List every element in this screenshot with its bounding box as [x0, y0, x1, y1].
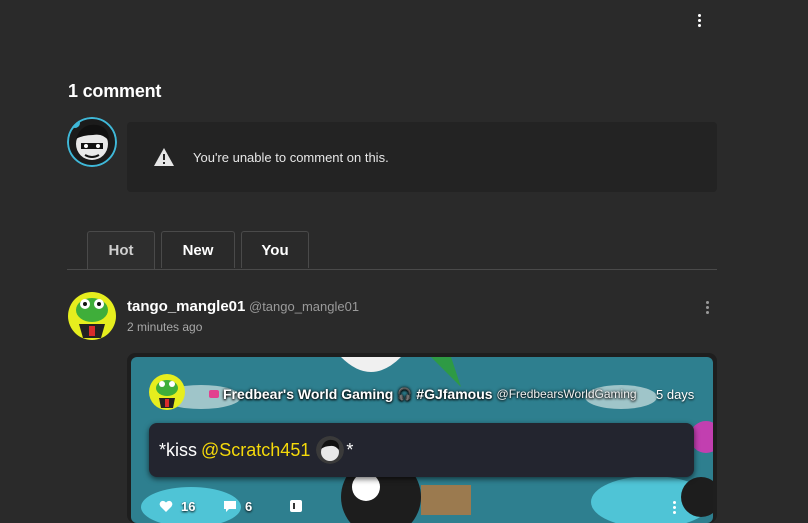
- current-user-avatar[interactable]: [67, 117, 117, 167]
- embedded-author-name: Fredbear's World Gaming: [223, 386, 394, 402]
- message-prefix: *kiss: [159, 439, 198, 460]
- comment-disabled-notice: You're unable to comment on this.: [127, 122, 717, 192]
- comment-count-heading: 1 comment: [68, 81, 162, 101]
- tab-new[interactable]: New: [161, 231, 235, 268]
- comment-sort-tabs: Hot New You: [67, 231, 717, 270]
- embedded-post-message: *kiss @Scratch451 *: [149, 423, 694, 477]
- comment-timestamp: 2 minutes ago: [127, 320, 203, 334]
- warning-icon: [154, 148, 174, 166]
- comment-handle[interactable]: @tango_mangle01: [249, 299, 359, 314]
- embedded-post-title[interactable]: Fredbear's World Gaming 🎧 #GJfamous @Fre…: [209, 386, 637, 402]
- comment-icon: [224, 501, 236, 512]
- user-mention[interactable]: @Scratch451: [201, 440, 310, 461]
- comment-options-icon[interactable]: [700, 299, 714, 315]
- commenter-avatar[interactable]: [65, 290, 119, 340]
- tab-hot[interactable]: Hot: [87, 231, 155, 269]
- notice-text: You're unable to comment on this.: [193, 149, 389, 165]
- comment-username[interactable]: tango_mangle01: [127, 298, 245, 315]
- embedded-author-handle: @FredbearsWorldGaming: [496, 387, 637, 401]
- like-count-value: 16: [181, 499, 196, 514]
- embedded-post-header: Fredbear's World Gaming 🎧 #GJfamous @Fre…: [131, 357, 713, 417]
- tab-you[interactable]: You: [241, 231, 309, 268]
- more-options-icon[interactable]: [692, 12, 706, 28]
- tag-icon: [209, 390, 219, 398]
- reply-count-value: 6: [245, 499, 253, 514]
- embedded-tag: #GJfamous: [416, 386, 493, 402]
- reply-count[interactable]: 6: [223, 499, 252, 514]
- message-suffix: *: [346, 439, 354, 460]
- headphones-icon: 🎧: [397, 387, 413, 401]
- dislike-icon[interactable]: [289, 499, 303, 513]
- mention-avatar: [316, 436, 345, 464]
- embedded-post-actions: 16 6: [131, 493, 713, 523]
- embedded-post-time: 5 days: [656, 387, 695, 402]
- heart-icon: [159, 500, 173, 512]
- like-count[interactable]: 16: [159, 499, 195, 514]
- embedded-post[interactable]: Fredbear's World Gaming 🎧 #GJfamous @Fre…: [127, 353, 717, 523]
- embedded-author-avatar[interactable]: [149, 374, 185, 410]
